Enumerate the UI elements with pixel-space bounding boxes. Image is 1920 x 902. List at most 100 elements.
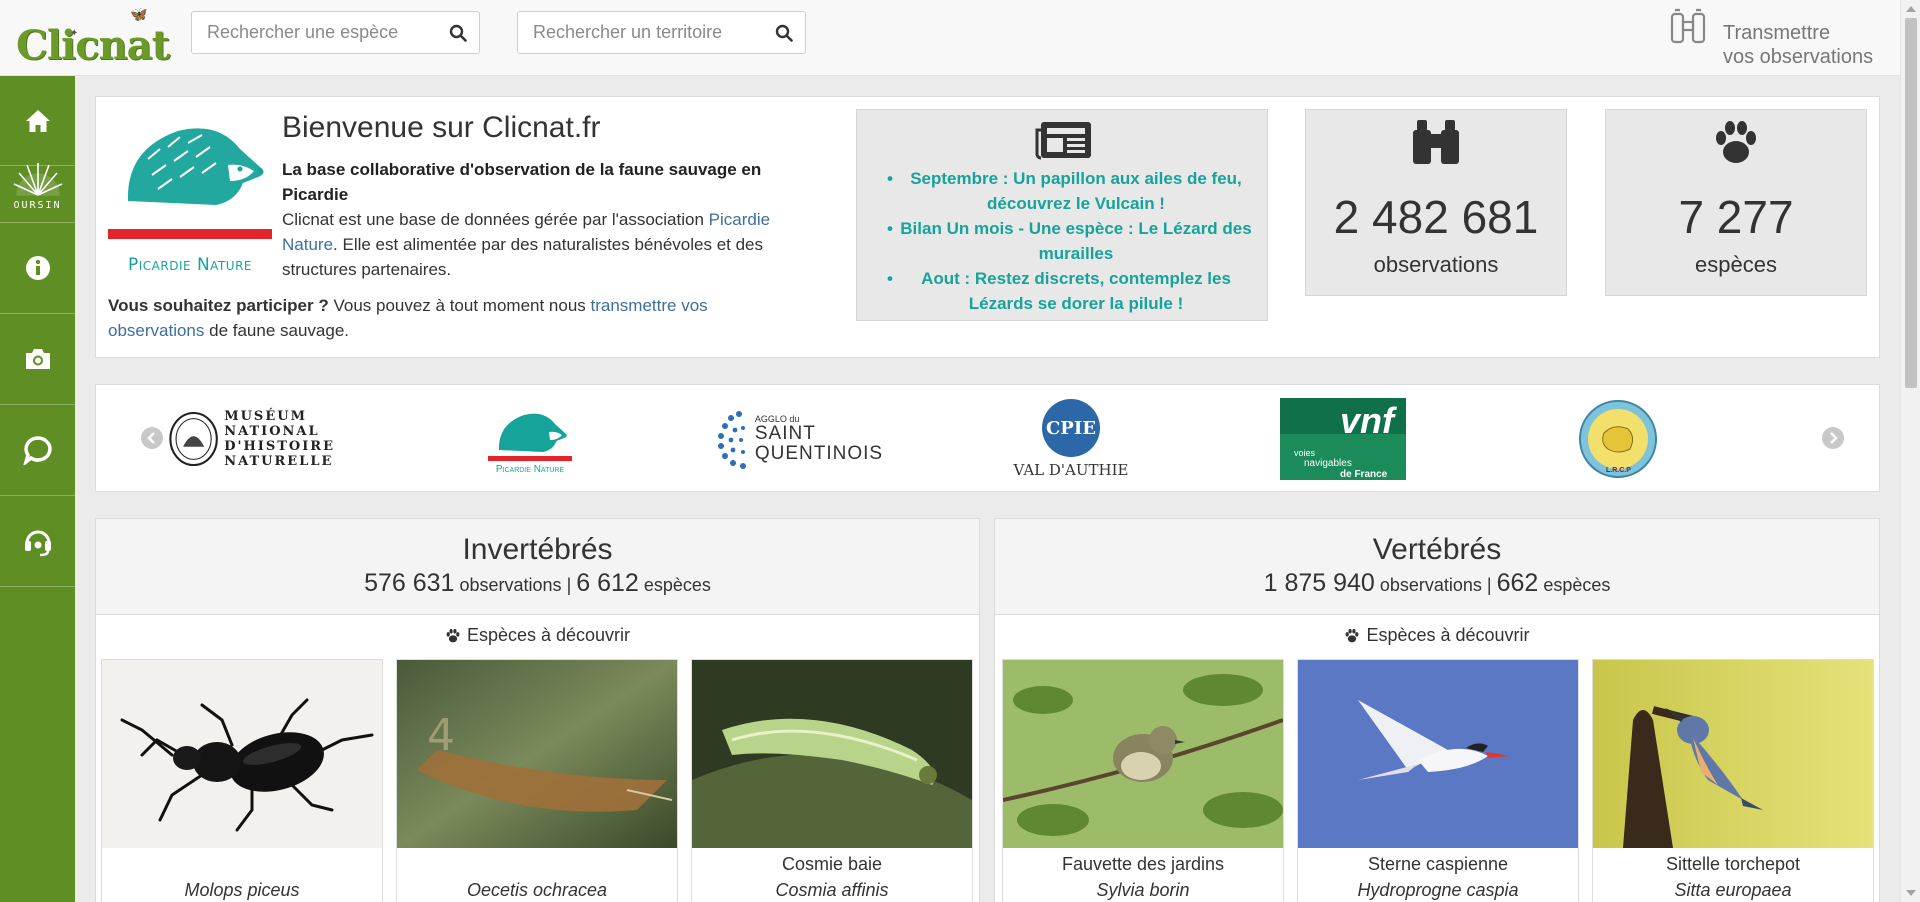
welcome-subtitle: La base collaborative d'observation de l… — [282, 160, 762, 204]
agglo-line: SAINT — [754, 423, 816, 444]
species-label: espèces — [1695, 252, 1777, 277]
species-search-input[interactable] — [193, 13, 436, 52]
news-item[interactable]: Aout : Restez discrets, contemplez les L… — [887, 266, 1261, 316]
species-card[interactable]: Cosmie baie Cosmia affinis — [691, 659, 973, 902]
participate-question: Vous souhaitez participer ? — [108, 296, 329, 315]
species-card[interactable]: 4 Oecetis ochracea — [396, 659, 678, 902]
vnf-mark: vnf — [1340, 400, 1394, 441]
territory-search — [517, 11, 806, 54]
species-photo — [1298, 660, 1578, 848]
species-scientific-name: Molops piceus — [184, 880, 300, 900]
transmit-line1: Transmettre — [1723, 22, 1831, 44]
museum-line: NATIONAL — [224, 424, 320, 439]
scroll-up-arrow[interactable] — [1906, 6, 1916, 12]
news-item[interactable]: Septembre : Un papillon aux ailes de feu… — [887, 166, 1261, 216]
participate-text-end: de faune sauvage. — [204, 321, 350, 340]
species-card[interactable]: Fauvette des jardins Sylvia borin — [1002, 659, 1284, 902]
species-stat: 7 277 espèces — [1605, 109, 1867, 296]
page-scrollbar[interactable] — [1900, 0, 1920, 902]
sidebar-item-oursin[interactable]: OURSIN — [0, 147, 75, 223]
invertebrates-obs-count: 576 631 — [364, 569, 455, 597]
discover-heading: Espèces à découvrir — [995, 625, 1879, 646]
species-scientific-name: Oecetis ochracea — [466, 880, 608, 900]
species-common-name: Fauvette des jardins — [1061, 854, 1225, 874]
vertebrates-stats: 1 875 940 observations | 662 espèces — [995, 569, 1879, 598]
newspaper-icon — [1035, 122, 1091, 160]
territory-search-button[interactable] — [763, 12, 805, 53]
invertebrates-stats: 576 631 observations | 6 612 espèces — [96, 569, 979, 598]
camera-icon — [25, 349, 50, 369]
search-icon — [775, 24, 793, 42]
obs-label: observations — [1379, 575, 1482, 595]
species-common-name: Cosmie baie — [781, 854, 883, 874]
sidebar-item-photos[interactable] — [0, 314, 75, 405]
species-scientific-name: Hydroprogne caspia — [1357, 880, 1519, 900]
partner-vnf[interactable]: vnf voies navigables de France — [1280, 397, 1406, 481]
vertebrates-obs-count: 1 875 940 — [1263, 569, 1375, 597]
discover-label: Espèces à découvrir — [466, 625, 631, 645]
partner-picardie-nature[interactable]: Picardie Nature — [480, 397, 580, 481]
picardie-label: Picardie Nature — [495, 463, 565, 475]
species-label: espèces — [1543, 575, 1611, 595]
cpie-globe-icon: CPIE — [1042, 399, 1100, 457]
carousel-next-button[interactable] — [1822, 427, 1844, 449]
species-photo — [1593, 660, 1873, 848]
museum-text: MUSÉUM NATIONAL D'HISTOIRE NATURELLE — [224, 409, 335, 469]
sidebar-item-support[interactable] — [0, 496, 75, 587]
observations-count: 2 482 681 — [1333, 191, 1539, 243]
species-photo — [102, 660, 382, 848]
invertebrates-panel: Invertébrés 576 631 observations | 6 612… — [95, 518, 980, 902]
paw-icon — [446, 628, 460, 642]
partner-cpie-val-authie[interactable]: CPIE VAL D'AUTHIE — [1004, 397, 1138, 481]
species-common-name: Sterne caspienne — [1367, 854, 1509, 874]
agglo-dots-icon — [717, 411, 746, 469]
invertebrates-header[interactable]: Invertébrés 576 631 observations | 6 612… — [96, 519, 979, 615]
news-box: Septembre : Un papillon aux ailes de feu… — [856, 109, 1268, 321]
clicnat-logo[interactable]: Clicnat 🦋 ✦ — [12, 6, 170, 70]
territory-search-input[interactable] — [519, 13, 762, 52]
scrollbar-thumb[interactable] — [1905, 18, 1917, 388]
museum-line: MUSÉUM — [224, 409, 307, 424]
welcome-description: Clicnat est une base de données gérée pa… — [282, 207, 802, 282]
vertebrates-title: Vertébrés — [1372, 533, 1502, 566]
chevron-left-icon — [147, 432, 155, 444]
species-card[interactable]: Sittelle torchepot Sitta europaea — [1592, 659, 1874, 902]
partner-museum[interactable]: MUSÉUM NATIONAL D'HISTOIRE NATURELLE — [169, 397, 335, 481]
agglo-text: AGGLO du SAINT QUENTINOIS — [755, 414, 883, 464]
separator: | — [566, 575, 572, 595]
species-card[interactable]: Molops piceus — [101, 659, 383, 902]
description-text: Clicnat est une base de données gérée pa… — [282, 210, 709, 229]
partner-agglo-saint-quentinois[interactable]: AGGLO du SAINT QUENTINOIS — [714, 397, 884, 481]
species-count: 7 277 — [1678, 191, 1794, 243]
vertebrates-header[interactable]: Vertébrés 1 875 940 observations | 662 e… — [995, 519, 1879, 615]
welcome-panel: Picardie Nature Bienvenue sur Clicnat.fr… — [95, 96, 1880, 358]
cpie-label: VAL D'AUTHIE — [1013, 461, 1129, 479]
picardie-nature-logo[interactable]: Picardie Nature — [108, 109, 272, 275]
bird-icon: ✦ — [70, 28, 79, 39]
binoculars-icon — [1670, 8, 1706, 44]
sidebar: OURSIN — [0, 76, 75, 902]
carousel-prev-button[interactable] — [141, 427, 163, 449]
oursin-logo — [13, 162, 62, 196]
scroll-down-arrow[interactable] — [1906, 890, 1916, 896]
red-stripe — [488, 455, 572, 461]
description-text-end: . Elle est alimentée par des naturaliste… — [282, 235, 764, 279]
sidebar-item-forum[interactable] — [0, 405, 75, 496]
news-item[interactable]: Bilan Un mois - Une espèce : Le Lézard d… — [887, 216, 1261, 266]
species-scientific-name: Sylvia borin — [1096, 880, 1190, 900]
org-name: Picardie Nature — [127, 255, 252, 275]
species-search-button[interactable] — [437, 12, 479, 53]
discover-heading: Espèces à découvrir — [96, 625, 979, 646]
sidebar-item-info[interactable] — [0, 223, 75, 314]
page-title: Bienvenue sur Clicnat.fr — [282, 111, 601, 144]
invertebrates-species-count: 6 612 — [576, 569, 639, 597]
species-search — [191, 11, 480, 54]
species-card[interactable]: Sterne caspienne Hydroprogne caspia — [1297, 659, 1579, 902]
participate-text: Vous souhaitez participer ? Vous pouvez … — [108, 293, 758, 343]
species-scientific-name: Sitta europaea — [1674, 880, 1792, 900]
observations-stat: 2 482 681 observations — [1305, 109, 1567, 296]
transmit-observations-link[interactable]: Transmettre vos observations — [1668, 8, 1898, 68]
partner-lrcp[interactable]: L.R.C.P — [1576, 397, 1660, 481]
red-stripe — [108, 229, 272, 239]
info-icon — [25, 256, 50, 280]
